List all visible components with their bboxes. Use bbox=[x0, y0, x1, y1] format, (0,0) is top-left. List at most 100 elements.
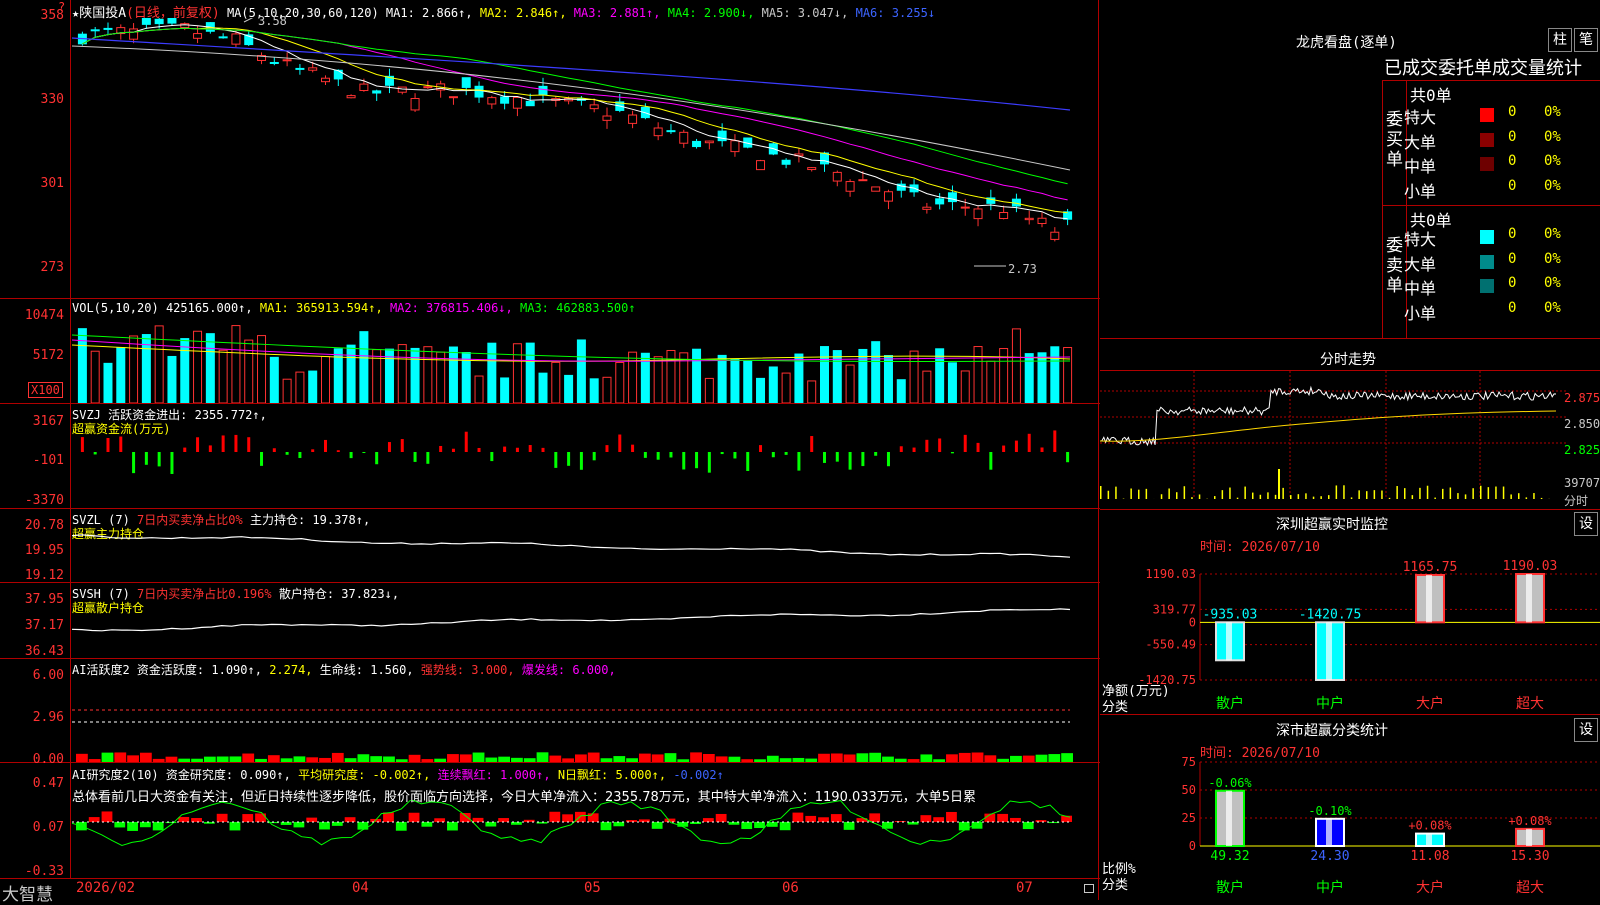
flow-bar bbox=[183, 448, 186, 452]
activity-bar bbox=[204, 757, 216, 762]
research-bar bbox=[140, 822, 151, 827]
price-tick: 358 bbox=[0, 8, 64, 23]
intraday-vol-bar bbox=[1161, 494, 1163, 499]
volume-bar bbox=[833, 351, 841, 403]
candle-body bbox=[309, 68, 317, 70]
volume-bar bbox=[526, 343, 534, 403]
lhb-mid-divider bbox=[1382, 205, 1600, 206]
candle-body bbox=[859, 180, 867, 181]
activity-bar bbox=[498, 757, 510, 762]
candle-body bbox=[513, 97, 521, 108]
ai2-v1: 资金研究度: 0.090↑, bbox=[166, 768, 291, 782]
bar-y-tick: 0 bbox=[1189, 839, 1196, 853]
activity-bar bbox=[793, 758, 805, 762]
bar-y-tick: 319.77 bbox=[1153, 602, 1196, 616]
flow-bar bbox=[631, 445, 634, 452]
volume-bar bbox=[795, 354, 803, 403]
candle-body bbox=[782, 160, 790, 164]
flow-bar bbox=[439, 446, 442, 452]
research-bar bbox=[690, 822, 701, 824]
class-settings-button[interactable]: 设 bbox=[1574, 718, 1598, 742]
sell-color-swatch bbox=[1480, 279, 1494, 293]
activity-bar bbox=[588, 753, 600, 762]
intraday-vol-bar bbox=[1389, 498, 1391, 499]
activity-bar bbox=[89, 759, 101, 762]
volume-bar bbox=[1038, 353, 1046, 403]
intraday-vol-bar bbox=[1130, 489, 1132, 499]
volume-bar bbox=[296, 372, 304, 403]
ai2-svg bbox=[72, 800, 1098, 878]
flow-bar bbox=[695, 452, 698, 468]
activity-bar bbox=[332, 753, 344, 762]
tick-mode-button[interactable]: 笔 bbox=[1574, 28, 1598, 52]
activity-bar bbox=[114, 752, 126, 762]
flow-bar bbox=[350, 452, 353, 458]
flow-bar bbox=[554, 452, 557, 468]
bar-mode-button[interactable]: 柱 bbox=[1548, 28, 1572, 52]
candle-body bbox=[846, 182, 854, 192]
buy-row-n: 0 bbox=[1508, 153, 1516, 169]
vol-tick: 5172 bbox=[0, 348, 64, 363]
flow-bar bbox=[708, 452, 711, 473]
intraday-vol-bar bbox=[1480, 486, 1482, 499]
intraday-vol-bar bbox=[1465, 494, 1467, 499]
volume-bar bbox=[769, 367, 777, 403]
research-bar bbox=[102, 811, 113, 822]
intraday-vol-unit: 分时 bbox=[1564, 492, 1588, 509]
activity-bar bbox=[613, 756, 625, 762]
bar-change-label: -0.06% bbox=[1208, 776, 1252, 790]
research-bar bbox=[601, 822, 612, 830]
monitor-settings-button[interactable]: 设 bbox=[1574, 512, 1598, 536]
bar-change-label: +0.08% bbox=[1508, 814, 1552, 828]
research-bar bbox=[946, 812, 957, 822]
bar-value-label: 15.30 bbox=[1510, 849, 1549, 864]
bar-highlight bbox=[1426, 575, 1432, 622]
flow-bar bbox=[324, 440, 327, 452]
activity-bar bbox=[818, 754, 830, 762]
activity-bar bbox=[345, 758, 357, 762]
buy-color-swatch bbox=[1480, 133, 1494, 147]
volume-bar bbox=[232, 326, 240, 403]
intraday-vol-bar bbox=[1518, 493, 1520, 499]
flow-bar bbox=[593, 452, 596, 460]
lock-icon[interactable] bbox=[1084, 884, 1094, 893]
activity-bar bbox=[357, 754, 369, 762]
volume-bar bbox=[398, 345, 406, 403]
volume-bar bbox=[629, 352, 637, 403]
research-bar bbox=[230, 822, 241, 830]
kline-svg[interactable] bbox=[72, 18, 1098, 298]
flow-bar bbox=[401, 439, 404, 452]
vol-unit-button[interactable]: X100 bbox=[28, 382, 63, 398]
bottom-axis-line bbox=[0, 878, 1100, 879]
flow-bar bbox=[119, 437, 122, 452]
buy-color-swatch bbox=[1480, 182, 1494, 196]
activity-bar bbox=[537, 752, 549, 762]
activity-bar bbox=[741, 759, 753, 762]
vol-value: 425165.000↑, bbox=[166, 301, 253, 315]
volume-bar bbox=[667, 350, 675, 403]
bar-category-label: 大户 bbox=[1416, 695, 1444, 712]
candle-body bbox=[757, 161, 765, 170]
research-bar bbox=[421, 822, 432, 827]
buy-row-n: 0 bbox=[1508, 178, 1516, 194]
volume-bar bbox=[705, 378, 713, 403]
volume-bar bbox=[1051, 347, 1059, 403]
candle-body bbox=[526, 101, 534, 105]
research-bar bbox=[319, 822, 330, 829]
bar-y-tick: 50 bbox=[1182, 783, 1196, 797]
buy-total: 共0单 bbox=[1410, 82, 1452, 106]
research-bar bbox=[588, 813, 599, 822]
activity-bar bbox=[844, 754, 856, 762]
flow-bar bbox=[388, 442, 391, 452]
intraday-svg[interactable] bbox=[1100, 371, 1566, 509]
ma10-line bbox=[82, 28, 1067, 213]
bar-highlight bbox=[1326, 819, 1332, 846]
intraday-vol-bar bbox=[1328, 495, 1330, 499]
research-bar bbox=[613, 822, 624, 826]
bar-value-label: 1165.75 bbox=[1403, 560, 1458, 575]
vol-label: VOL(5,10,20) bbox=[72, 301, 159, 315]
main-chart-panel[interactable]: ? ★陕国投A(日线，前复权) MA(5,10,20,30,60,120) MA… bbox=[0, 0, 1100, 900]
intraday-vol-bar bbox=[1191, 497, 1193, 499]
bar-value-label: 1190.03 bbox=[1503, 559, 1558, 574]
volume-bar bbox=[974, 347, 982, 403]
